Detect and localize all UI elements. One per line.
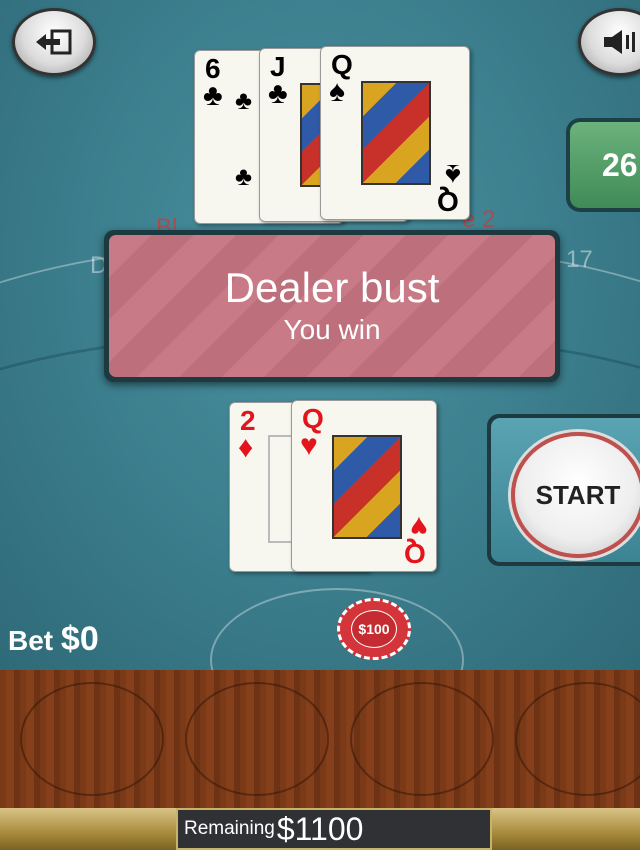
- card-rank-bottom: Q: [404, 538, 426, 569]
- result-title: Dealer bust: [224, 264, 440, 311]
- bet-label: Bet: [8, 625, 54, 656]
- exit-arrow-icon: [36, 29, 72, 55]
- remaining-amount: $1100: [276, 810, 364, 847]
- remaining-label: Remaining: [184, 818, 275, 839]
- chip-slot[interactable]: [350, 682, 494, 796]
- bet-display: Bet $0: [8, 620, 99, 659]
- chip-label: $100: [351, 610, 397, 648]
- bet-amount: $0: [60, 620, 99, 658]
- player-card-2: Q ♥ ♥ Q: [291, 400, 437, 572]
- start-button[interactable]: START: [511, 432, 640, 558]
- chip-slot[interactable]: [185, 682, 329, 796]
- felt-text-right: 17: [566, 246, 593, 273]
- speaker-icon: [604, 30, 635, 54]
- remaining-display: Remaining $1100: [176, 808, 492, 850]
- card-suit-icon: ♣: [268, 77, 288, 110]
- bet-chip[interactable]: $100: [337, 598, 411, 660]
- card-suit-icon: ♥: [300, 429, 318, 462]
- club-pip-icon: ♣: [235, 85, 253, 115]
- queen-face-art: [361, 81, 431, 185]
- chip-slot[interactable]: [515, 682, 640, 796]
- result-banner: Dealer bust You win: [104, 230, 560, 382]
- card-suit-icon: ♠: [329, 75, 345, 108]
- exit-button[interactable]: [12, 8, 96, 76]
- card-count-box: 26: [566, 118, 640, 212]
- chip-slot[interactable]: [20, 682, 164, 796]
- result-subtitle: You win: [283, 314, 381, 345]
- chip-rail: [0, 670, 640, 810]
- club-pip-icon: ♣: [235, 161, 253, 191]
- start-panel: START: [487, 414, 640, 566]
- card-suit-icon: ♦: [238, 431, 254, 464]
- card-rank-bottom: Q: [437, 186, 459, 217]
- card-suit-icon: ♣: [203, 79, 223, 112]
- queen-face-art: [332, 435, 402, 539]
- card-count-value: 26: [570, 122, 640, 208]
- dealer-card-3: Q ♠ ♠ Q: [320, 46, 470, 220]
